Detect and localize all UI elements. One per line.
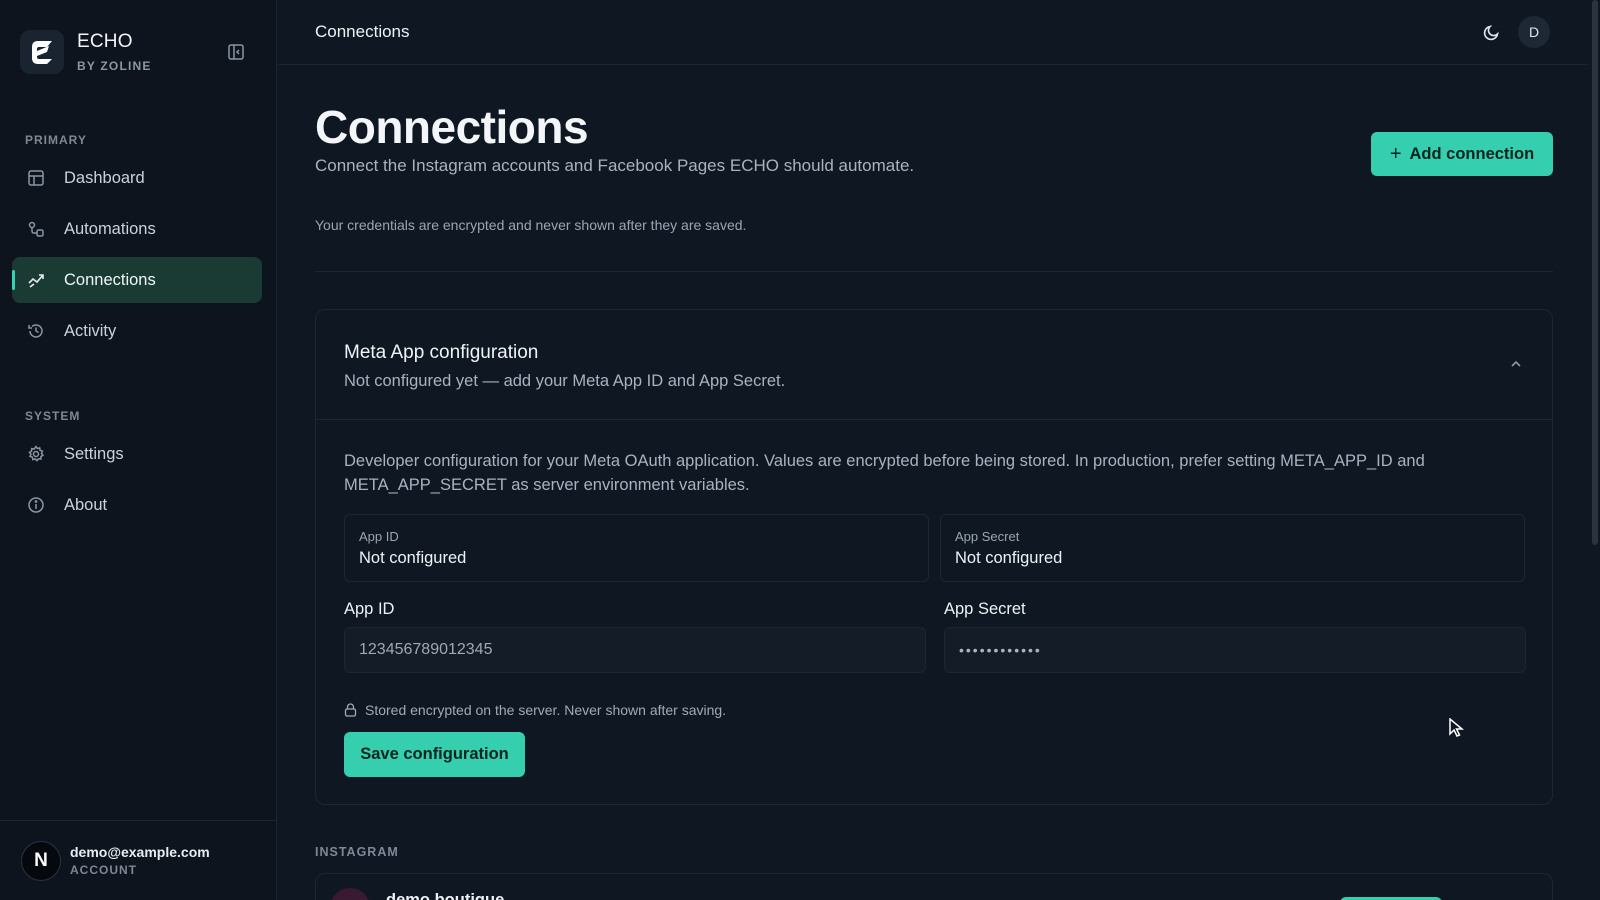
sidebar-item-label: Activity (64, 321, 117, 340)
stat-label: App Secret (955, 529, 1020, 544)
save-configuration-button[interactable]: Save configuration (344, 732, 525, 777)
sidebar-item-label: Settings (64, 444, 124, 463)
stat-value: Not configured (955, 549, 1063, 567)
sidebar-item-activity[interactable]: Activity (12, 308, 262, 354)
page-title: Connections (315, 101, 589, 153)
lock-icon (344, 703, 357, 717)
automations-icon (26, 219, 46, 239)
brand[interactable]: ECHO BY ZOLINE (20, 30, 152, 74)
divider (315, 271, 1553, 272)
sidebar-item-automations[interactable]: Automations (12, 206, 262, 252)
add-connection-label: Add connection (1409, 144, 1535, 163)
echo-logo-icon (20, 30, 64, 74)
config-status: Not configured yet — add your Meta App I… (344, 372, 786, 390)
stat-label: App ID (359, 529, 399, 544)
sidebar-item-label: Dashboard (64, 168, 145, 187)
config-description: Developer configuration for your Meta OA… (344, 452, 1425, 494)
chevron-up-icon[interactable] (1508, 356, 1524, 372)
sidebar-collapse-icon[interactable] (226, 42, 246, 62)
scrollbar-thumb[interactable] (1592, 0, 1598, 545)
sidebar-item-about[interactable]: About (12, 482, 262, 528)
mouse-cursor-icon (1448, 717, 1466, 743)
topbar-title: Connections (315, 22, 410, 41)
app-secret-status: App Secret Not configured (940, 514, 1525, 582)
avatar: N (21, 840, 61, 881)
sidebar-item-connections[interactable]: Connections (12, 257, 262, 303)
sidebar-item-settings[interactable]: Settings (12, 431, 262, 477)
gear-icon (26, 444, 46, 464)
brand-name: ECHO (77, 31, 133, 52)
app-secret-label: App Secret (944, 600, 1026, 618)
meta-app-config-card: Meta App configuration Not configured ye… (315, 309, 1553, 805)
info-icon (26, 495, 46, 515)
card-title: Meta App configuration (344, 342, 539, 363)
encrypted-note: Stored encrypted on the server. Never sh… (344, 702, 726, 718)
sidebar-item-label: Automations (64, 219, 156, 238)
instagram-account-card[interactable]: demo.boutique (315, 873, 1553, 900)
sidebar-item-dashboard[interactable]: Dashboard (12, 155, 262, 201)
dashboard-icon (26, 168, 46, 188)
app-id-input[interactable]: 123456789012345 (344, 627, 926, 673)
credentials-note: Your credentials are encrypted and never… (315, 217, 747, 233)
instagram-account-name: demo.boutique (386, 891, 505, 900)
connections-icon (26, 270, 46, 290)
user-avatar[interactable]: D (1518, 16, 1550, 48)
section-label-system: SYSTEM (25, 409, 81, 423)
account-email: demo@example.com (70, 844, 210, 860)
app-secret-input[interactable]: •••••••••••• (944, 627, 1526, 673)
app-id-status: App ID Not configured (344, 514, 929, 582)
instagram-section-label: INSTAGRAM (315, 845, 399, 859)
topbar: Connections D (278, 0, 1600, 65)
brand-subtitle: BY ZOLINE (77, 59, 152, 73)
sidebar-item-label: Connections (64, 270, 156, 289)
sidebar-item-label: About (64, 495, 108, 514)
app-id-label: App ID (344, 600, 395, 618)
section-label-primary: PRIMARY (25, 133, 87, 147)
account-menu[interactable]: N demo@example.com ACCOUNT (0, 820, 277, 900)
stat-value: Not configured (359, 549, 467, 567)
account-role: ACCOUNT (70, 863, 137, 877)
history-icon (26, 321, 46, 341)
moon-icon[interactable] (1480, 20, 1504, 44)
meta-app-config-header[interactable]: Meta App configuration Not configured ye… (316, 310, 1552, 420)
avatar (330, 888, 370, 900)
sidebar: ECHO BY ZOLINE PRIMARY Dashboard Automat… (0, 0, 277, 900)
encrypted-note-text: Stored encrypted on the server. Never sh… (365, 702, 727, 718)
page-subtitle: Connect the Instagram accounts and Faceb… (315, 156, 915, 175)
add-connection-button[interactable]: + Add connection (1371, 132, 1553, 176)
plus-icon: + (1389, 142, 1402, 165)
